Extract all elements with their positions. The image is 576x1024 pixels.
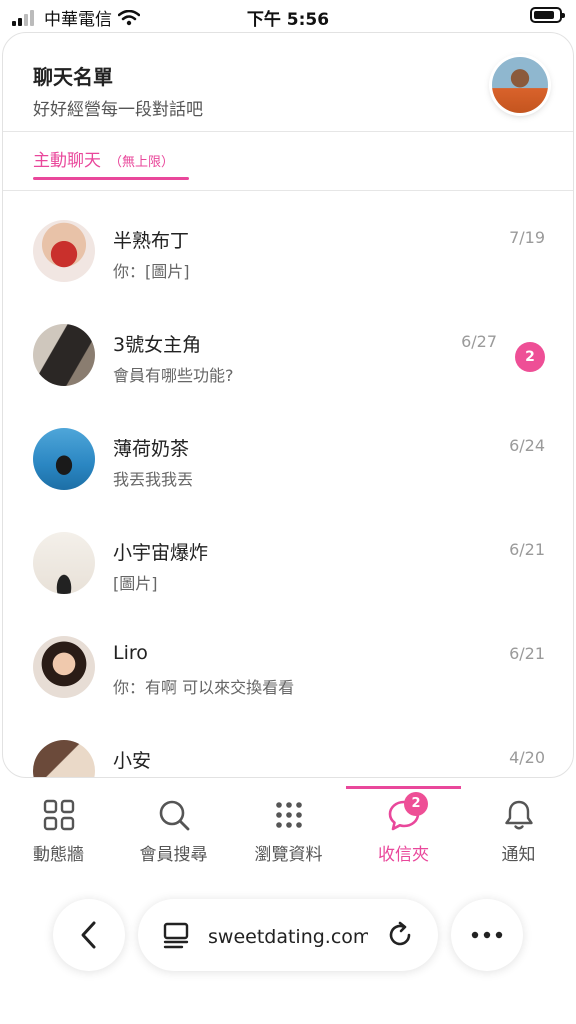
chat-name: 小宇宙爆炸: [113, 542, 209, 564]
unread-badge: 2: [515, 342, 545, 372]
url-text: sweetdating.com: [208, 926, 368, 948]
chat-last-message: 你：有啊 可以來交換看看: [113, 678, 295, 697]
chat-item[interactable]: 小宇宙爆炸 [圖片] 6/21: [3, 532, 573, 636]
battery-icon: [530, 7, 565, 23]
tab-note: （無上限）: [109, 155, 175, 170]
search-icon: [159, 800, 189, 831]
chat-avatar: [33, 220, 95, 282]
reload-icon[interactable]: [386, 921, 414, 949]
card-header: 聊天名單 好好經營每一段對話吧: [3, 33, 573, 131]
nav-item-browse[interactable]: 瀏覽資料: [231, 788, 346, 868]
chat-last-message: 你：[圖片]: [113, 262, 190, 281]
chat-item[interactable]: Liro 你：有啊 可以來交換看看 6/21: [3, 636, 573, 740]
page-subtitle: 好好經營每一段對話吧: [33, 100, 203, 120]
chat-avatar: [33, 428, 95, 490]
chat-list-card: 聊天名單 好好經營每一段對話吧 主動聊天 （無上限） 半熟布丁 你：[圖片] 7/…: [2, 32, 574, 778]
chat-name: 半熟布丁: [113, 230, 190, 252]
wifi-icon: [118, 9, 140, 25]
chat-date: 6/24: [509, 436, 545, 455]
chat-date: 4/20: [509, 748, 545, 767]
chat-name: 小安: [113, 750, 152, 772]
nav-item-feed[interactable]: 動態牆: [1, 788, 116, 868]
page-title: 聊天名單: [33, 65, 113, 89]
chat-date: 6/21: [509, 644, 545, 663]
chat-date: 7/19: [509, 228, 545, 247]
reader-icon: [163, 922, 189, 949]
nav-item-search[interactable]: 會員搜尋: [116, 788, 231, 868]
address-bar[interactable]: sweetdating.com: [138, 899, 438, 971]
grid-icon: [43, 799, 74, 831]
tabs-divider: [3, 190, 573, 191]
profile-avatar[interactable]: [492, 57, 548, 113]
chat-item[interactable]: 3號女主角 會員有哪些功能? 6/27 2: [3, 324, 573, 428]
dots-grid-icon: [275, 802, 302, 828]
tab-active-chat[interactable]: 主動聊天 （無上限）: [33, 146, 174, 171]
chat-date: 6/21: [509, 540, 545, 559]
chat-name: 薄荷奶茶: [113, 438, 190, 460]
browser-toolbar: sweetdating.com: [0, 895, 576, 975]
nav-label: 動態牆: [33, 845, 84, 865]
tab-bar: 主動聊天 （無上限）: [3, 132, 573, 190]
chat-avatar: [33, 532, 95, 594]
bell-icon: [504, 800, 533, 830]
signal-icon: [12, 9, 34, 26]
chat-last-message: [圖片]: [113, 574, 158, 593]
back-button[interactable]: [53, 899, 125, 971]
chat-avatar: [33, 324, 95, 386]
chat-avatar: [33, 740, 95, 777]
chevron-left-icon: [81, 921, 96, 949]
chat-name: Liro: [113, 642, 148, 664]
tab-underline: [33, 177, 189, 180]
nav-label: 收信夾: [378, 845, 429, 865]
nav-item-notifications[interactable]: 通知: [461, 788, 576, 868]
more-dots-icon: [471, 931, 503, 939]
nav-label: 會員搜尋: [139, 845, 208, 865]
chat-name: 3號女主角: [113, 334, 202, 356]
nav-label: 通知: [501, 845, 536, 865]
chat-last-message: 會員有哪些功能?: [113, 366, 234, 385]
chat-item[interactable]: 小安 4/20: [3, 740, 573, 777]
nav-item-inbox[interactable]: 2 收信夾: [346, 788, 461, 868]
bottom-nav: 動態牆 會員搜尋 瀏覽資料 2 收信夾 通知: [0, 786, 576, 868]
status-left: 中華電信: [12, 5, 140, 30]
status-bar: 中華電信 下午 5:56: [0, 0, 576, 32]
chat-avatar: [33, 636, 95, 698]
nav-badge: 2: [404, 792, 428, 816]
chat-item[interactable]: 薄荷奶茶 我丟我我丟 6/24: [3, 428, 573, 532]
nav-label: 瀏覽資料: [254, 845, 323, 865]
chat-date: 6/27: [461, 332, 497, 351]
tab-label: 主動聊天: [33, 151, 101, 171]
chat-item[interactable]: 半熟布丁 你：[圖片] 7/19: [3, 220, 573, 324]
carrier-name: 中華電信: [44, 10, 112, 30]
chat-last-message: 我丟我我丟: [113, 470, 194, 489]
more-button[interactable]: [451, 899, 523, 971]
